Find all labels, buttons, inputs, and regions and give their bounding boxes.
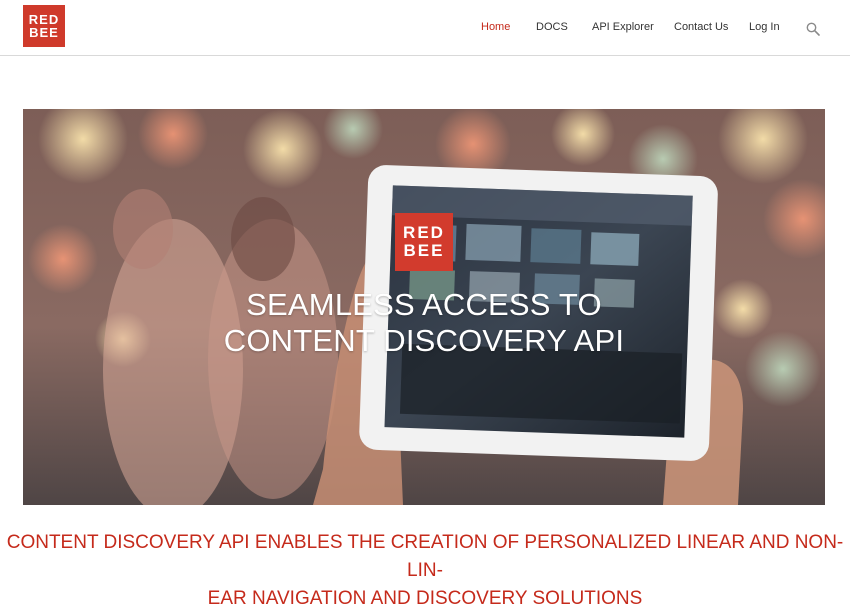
hero-red-bee-logo: RED BEE: [395, 213, 453, 271]
tagline: CONTENT DISCOVERY API ENABLES THE CREATI…: [0, 529, 850, 613]
hero-logo-line-2: BEE: [403, 241, 445, 260]
tagline-line-2: EAR NAVIGATION AND DISCOVERY SOLUTIONS: [207, 588, 643, 609]
nav-api-explorer[interactable]: API Explorer: [592, 21, 654, 33]
hero-title-line-2: CONTENT DISCOVERY API: [223, 323, 625, 358]
nav-log-in[interactable]: Log In: [749, 21, 780, 33]
nav-contact-us[interactable]: Contact Us: [674, 21, 728, 33]
tagline-line-1: CONTENT DISCOVERY API ENABLES THE CREATI…: [6, 532, 844, 581]
logo-line-2: BEE: [29, 25, 59, 40]
red-bee-logo[interactable]: RED BEE: [23, 5, 65, 47]
site-header: RED BEE Home DOCS API Explorer Contact U…: [0, 0, 850, 56]
search-icon[interactable]: [806, 22, 820, 36]
hero-title: SEAMLESS ACCESS TO CONTENT DISCOVERY API: [23, 287, 825, 359]
hero-logo-line-1: RED: [403, 223, 445, 242]
nav-docs[interactable]: DOCS: [536, 21, 568, 33]
hero-banner: RED BEE SEAMLESS ACCESS TO CONTENT DISCO…: [23, 109, 825, 505]
nav-home[interactable]: Home: [481, 21, 510, 33]
hero-title-line-1: SEAMLESS ACCESS TO: [246, 287, 602, 322]
